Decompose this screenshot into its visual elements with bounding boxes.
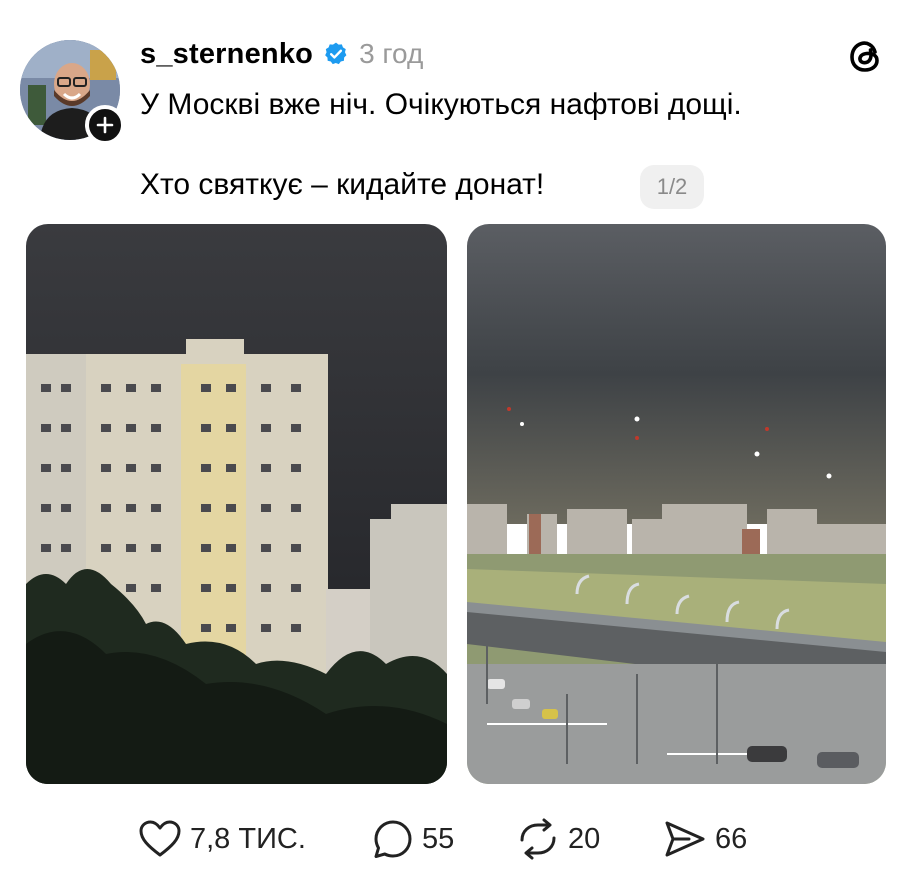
heart-icon <box>139 820 181 857</box>
post-photo-1[interactable] <box>26 224 447 784</box>
page-indicator: 1/2 <box>640 165 704 209</box>
threads-logo-icon[interactable] <box>846 36 886 76</box>
post-header: s_sternenko 3 год <box>140 36 423 72</box>
post-time: 3 год <box>359 38 424 69</box>
repost-button[interactable]: 20 <box>516 812 600 866</box>
post-photo-2[interactable] <box>467 224 886 784</box>
verified-badge-icon <box>325 42 347 65</box>
post-actions: 7,8 ТИС. 55 20 66 <box>0 812 915 866</box>
repost-icon <box>520 818 556 860</box>
share-count: 66 <box>715 822 748 855</box>
share-button[interactable]: 66 <box>663 812 747 866</box>
send-icon <box>665 821 705 857</box>
repost-count: 20 <box>568 822 601 855</box>
post-text-line-2: Хто святкує – кидайте донат! <box>140 168 545 201</box>
reply-button[interactable]: 55 <box>372 812 454 866</box>
username[interactable]: s_sternenko <box>140 38 313 71</box>
follow-button[interactable] <box>85 105 125 145</box>
like-button[interactable]: 7,8 ТИС. <box>138 812 306 866</box>
post-text-line-1: У Москві вже ніч. Очікуються нафтові дощ… <box>140 88 742 121</box>
reply-count: 55 <box>422 822 455 855</box>
plus-icon <box>96 116 114 134</box>
like-count: 7,8 ТИС. <box>190 822 306 855</box>
speech-bubble-icon <box>374 820 412 858</box>
